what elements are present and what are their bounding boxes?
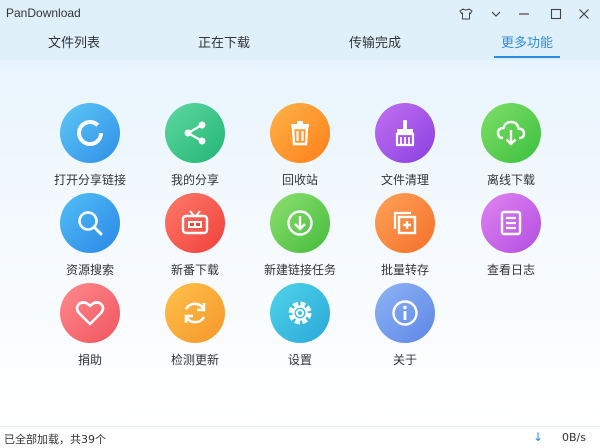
arrow-down-icon: ↓ xyxy=(533,430,544,444)
refresh-icon xyxy=(165,283,225,343)
cloud-download-icon xyxy=(481,103,541,163)
feature-label: 设置 xyxy=(287,353,312,367)
gear-icon xyxy=(270,283,330,343)
feature-check-update[interactable]: 检测更新 xyxy=(145,283,245,373)
features-panel: 打开分享链接 我的分享 回收站 文件清理 离线下载 资源搜索 新番下载 新建链接… xyxy=(0,60,600,426)
tab-completed[interactable]: 传输完成 xyxy=(345,28,405,60)
feature-label: 离线下载 xyxy=(486,173,535,187)
feature-label: 打开分享链接 xyxy=(53,173,126,187)
maximize-icon[interactable] xyxy=(544,4,568,24)
feature-recycle-bin[interactable]: 回收站 xyxy=(250,103,350,193)
feature-offline-download[interactable]: 离线下载 xyxy=(461,103,561,193)
feature-label: 回收站 xyxy=(281,173,318,187)
tab-file-list[interactable]: 文件列表 xyxy=(44,28,104,60)
heart-icon xyxy=(60,283,120,343)
status-bar: 已全部加载，共39个 ↓ 0B/s xyxy=(0,426,600,448)
tab-more-features[interactable]: 更多功能 xyxy=(494,28,560,60)
tab-bar: 文件列表 正在下载 传输完成 更多功能 xyxy=(0,28,600,60)
download-circle-icon xyxy=(270,193,330,253)
download-speed: 0B/s xyxy=(562,431,586,444)
title-bar: PanDownload xyxy=(0,0,600,28)
feature-label: 关于 xyxy=(392,353,417,367)
log-icon xyxy=(481,193,541,253)
feature-label: 批量转存 xyxy=(380,263,429,277)
feature-label: 检测更新 xyxy=(170,353,219,367)
feature-label: 捐助 xyxy=(77,353,102,367)
feature-file-cleanup[interactable]: 文件清理 xyxy=(355,103,455,193)
info-icon xyxy=(375,283,435,343)
feature-my-share[interactable]: 我的分享 xyxy=(145,103,245,193)
share-icon xyxy=(165,103,225,163)
open-share-link-icon xyxy=(60,103,120,163)
feature-label: 我的分享 xyxy=(170,173,219,187)
app-title: PanDownload xyxy=(6,6,81,20)
feature-resource-search[interactable]: 资源搜索 xyxy=(40,193,140,283)
batch-transfer-icon xyxy=(375,193,435,253)
minimize-icon[interactable] xyxy=(512,4,536,24)
chevron-down-icon[interactable] xyxy=(484,4,508,24)
feature-label: 文件清理 xyxy=(380,173,429,187)
tv-icon xyxy=(165,193,225,253)
feature-label: 新番下载 xyxy=(170,263,219,277)
close-icon[interactable] xyxy=(572,4,596,24)
feature-new-link-task[interactable]: 新建链接任务 xyxy=(250,193,350,283)
feature-donate[interactable]: 捐助 xyxy=(40,283,140,373)
feature-settings[interactable]: 设置 xyxy=(250,283,350,373)
feature-batch-transfer[interactable]: 批量转存 xyxy=(355,193,455,283)
feature-label: 资源搜索 xyxy=(65,263,114,277)
feature-label: 新建链接任务 xyxy=(263,263,336,277)
status-text: 已全部加载，共39个 xyxy=(4,433,106,446)
trash-icon xyxy=(270,103,330,163)
feature-anime-download[interactable]: 新番下载 xyxy=(145,193,245,283)
tab-downloading[interactable]: 正在下载 xyxy=(194,28,254,60)
feature-about[interactable]: 关于 xyxy=(355,283,455,373)
brush-icon xyxy=(375,103,435,163)
feature-open-share-link[interactable]: 打开分享链接 xyxy=(40,103,140,193)
search-icon xyxy=(60,193,120,253)
feature-view-log[interactable]: 查看日志 xyxy=(461,193,561,283)
skin-icon[interactable] xyxy=(454,4,478,24)
feature-label: 查看日志 xyxy=(486,263,535,277)
